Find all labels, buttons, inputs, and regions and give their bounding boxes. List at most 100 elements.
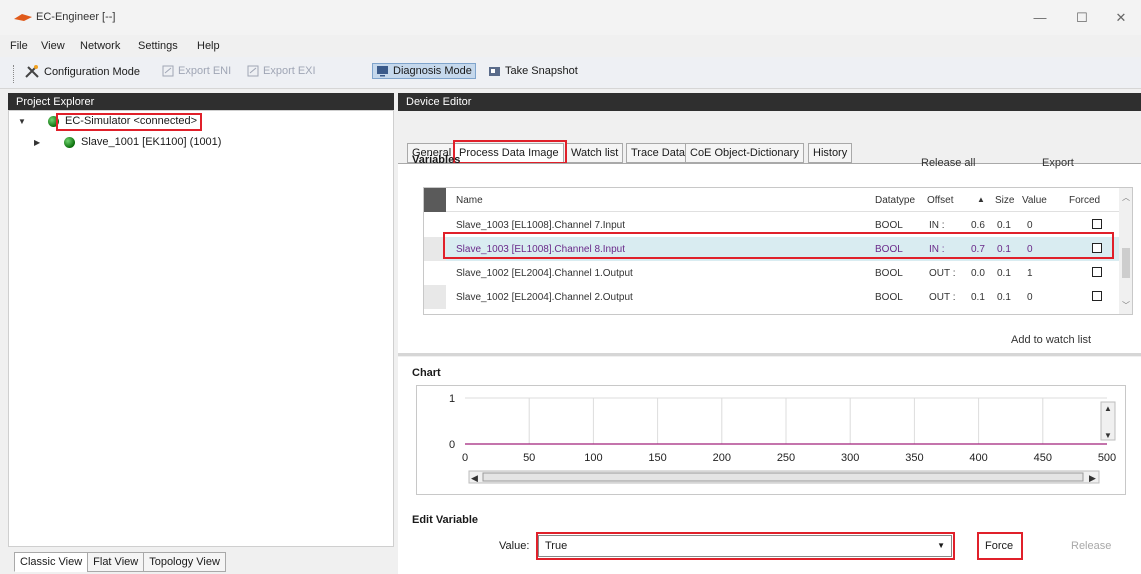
table-row[interactable]: Slave_1002 [EL2004].Channel 1.Output BOO… [424,261,1120,285]
highlight-root [56,113,202,131]
variables-title: Variables [412,154,461,166]
scroll-right-icon: ▶ [1089,473,1096,483]
forced-checkbox[interactable] [1092,267,1102,277]
tab-trace-data[interactable]: Trace Data [626,143,691,163]
header-corner [424,188,446,212]
forced-checkbox[interactable] [1092,291,1102,301]
scroll-up-icon: ▲ [1104,404,1112,413]
window-title: EC-Engineer [--] [36,11,116,23]
release-all-button[interactable]: Release all [921,157,975,169]
row-value[interactable]: 0 [1027,220,1033,231]
x-tick-label: 350 [905,452,923,464]
x-tick-label: 300 [841,452,859,464]
scroll-thumb[interactable] [1122,248,1130,278]
table-vertical-scrollbar[interactable]: ︿ ﹀ [1119,188,1132,314]
row-datatype: BOOL [875,292,903,303]
menu-bar: File View Network Settings Help [0,35,1141,57]
export-exi-button[interactable]: Export EXI [247,65,316,77]
slave-status-icon [64,136,75,148]
tree-item-slave-1001[interactable]: ▶ Slave_1001 [EK1100] (1001) [34,136,221,148]
value-label: Value: [499,540,530,552]
row-value[interactable]: 1 [1027,268,1033,279]
highlight-force-button [977,532,1023,560]
export-eni-button[interactable]: Export ENI [162,65,231,77]
col-datatype[interactable]: Datatype [875,195,915,206]
project-explorer-tree [8,110,394,547]
row-direction: OUT : [929,268,956,279]
view-tabs: Classic View Flat View Topology View [14,552,226,572]
title-bar: EC-Engineer [--] — ☐ ✕ [0,0,1141,35]
col-name[interactable]: Name [456,195,483,206]
collapse-arrow-icon[interactable]: ▶ [34,138,44,147]
row-value[interactable]: 0 [1027,292,1033,303]
expand-arrow-icon[interactable]: ▼ [18,117,28,126]
tools-icon [25,65,39,78]
tab-flat-view[interactable]: Flat View [87,552,145,572]
configuration-mode-button[interactable]: Configuration Mode [24,65,140,79]
minimize-button[interactable]: — [1020,8,1060,28]
menu-view[interactable]: View [41,40,65,52]
export-eni-label: Export ENI [178,65,232,77]
x-tick-label: 0 [462,452,468,464]
chart-plot: 0 50 100 150 200 250 300 350 400 450 50010◀ ▶▲▼ [449,393,1116,484]
toolbar: Configuration Mode Export ENI Export EXI… [0,57,1141,89]
row-size: 0.1 [997,268,1011,279]
x-tick-label: 150 [648,452,666,464]
app-logo-icon [14,14,32,21]
take-snapshot-label: Take Snapshot [505,65,578,77]
highlight-value-field [536,532,955,560]
tab-classic-view[interactable]: Classic View [14,552,89,572]
menu-network[interactable]: Network [80,40,120,52]
toolbar-grip [13,65,14,83]
forced-checkbox[interactable] [1092,219,1102,229]
highlight-selected-row [443,232,1114,259]
project-explorer-header: Project Explorer [8,93,394,111]
menu-settings[interactable]: Settings [138,40,178,52]
row-name: Slave_1002 [EL2004].Channel 1.Output [456,268,633,279]
row-offset: 0.0 [971,268,985,279]
export-button[interactable]: Export [1042,157,1074,169]
x-tick-label: 450 [1034,452,1052,464]
chart-title: Chart [412,367,441,379]
menu-file[interactable]: File [10,40,28,52]
row-datatype: BOOL [875,220,903,231]
close-button[interactable]: ✕ [1101,8,1141,28]
edit-variable-title: Edit Variable [412,514,479,526]
export-exi-icon [247,65,259,77]
row-offset: 0.1 [971,292,985,303]
take-snapshot-button[interactable]: Take Snapshot [488,65,578,77]
diagnosis-mode-button[interactable]: Diagnosis Mode [372,63,476,79]
release-button[interactable]: Release [1071,540,1111,552]
row-direction: OUT : [929,292,956,303]
y-tick-label: 1 [449,393,455,405]
tab-coe-object-dictionary[interactable]: CoE Object-Dictionary [685,143,804,163]
sort-ascending-icon: ▲ [977,195,985,204]
y-tick-label: 0 [449,439,455,451]
col-size[interactable]: Size [995,195,1014,206]
scroll-left-icon: ◀ [471,473,478,483]
device-editor-header: Device Editor [398,93,1141,111]
col-forced[interactable]: Forced [1069,195,1100,206]
panel-splitter[interactable] [398,353,1141,356]
row-direction: IN : [929,220,945,231]
add-to-watch-list-button[interactable]: Add to watch list [1011,334,1091,346]
table-row[interactable]: Slave_1002 [EL2004].Channel 2.Output BOO… [424,285,1120,309]
row-selector[interactable] [424,261,446,285]
col-offset[interactable]: Offset [927,195,954,206]
tab-watch-list[interactable]: Watch list [566,143,624,163]
col-value[interactable]: Value [1022,195,1047,206]
highlight-process-data-tab [453,140,567,164]
export-eni-icon [162,65,174,77]
row-size: 0.1 [997,292,1011,303]
scroll-down-icon: ▼ [1104,431,1112,440]
tab-topology-view[interactable]: Topology View [143,552,226,572]
menu-help[interactable]: Help [197,40,220,52]
x-tick-label: 500 [1098,452,1116,464]
scroll-down-icon[interactable]: ﹀ [1122,300,1130,311]
maximize-button[interactable]: ☐ [1062,8,1102,28]
row-selector[interactable] [424,285,446,309]
monitor-icon [377,66,388,77]
scroll-up-icon[interactable]: ︿ [1122,192,1130,203]
row-name: Slave_1003 [EL1008].Channel 7.Input [456,220,626,231]
tab-history[interactable]: History [808,143,853,163]
